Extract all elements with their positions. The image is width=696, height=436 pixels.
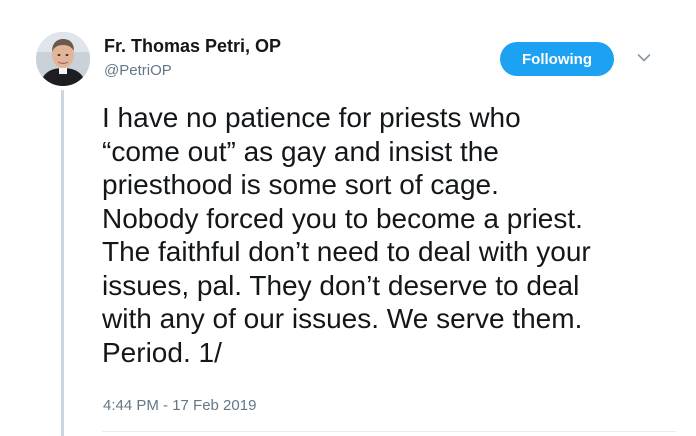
chevron-down-icon[interactable] [632, 46, 656, 70]
thread-line [61, 90, 64, 436]
tweet-text-line: Period. 1/ [102, 336, 222, 368]
avatar[interactable] [36, 32, 90, 86]
tweet-text-line: with any of our issues. We serve them. [102, 303, 583, 334]
tweet-text-line: The faithful don’t need to deal with you… [102, 236, 591, 267]
tweet-text-line: priesthood is some sort of cage. [102, 169, 499, 200]
divider [102, 431, 676, 432]
tweet-text: I have no patience for priests who “come… [102, 101, 682, 369]
tweet-text-line: “come out” as gay and insist the [102, 135, 499, 167]
author-handle[interactable]: @PetriOP [104, 62, 172, 79]
following-button[interactable]: Following [500, 42, 614, 76]
tweet-text-line: I have no patience for priests who [102, 102, 521, 133]
tweet-text-line: issues, pal. They don’t deserve to deal [102, 269, 580, 301]
author-display-name[interactable]: Fr. Thomas Petri, OP [104, 36, 281, 57]
tweet-timestamp[interactable]: 4:44 PM - 17 Feb 2019 [103, 397, 256, 414]
tweet-card: Fr. Thomas Petri, OP @PetriOP Following … [0, 0, 696, 436]
tweet-text-line: Nobody forced you to become a priest. [102, 202, 583, 234]
